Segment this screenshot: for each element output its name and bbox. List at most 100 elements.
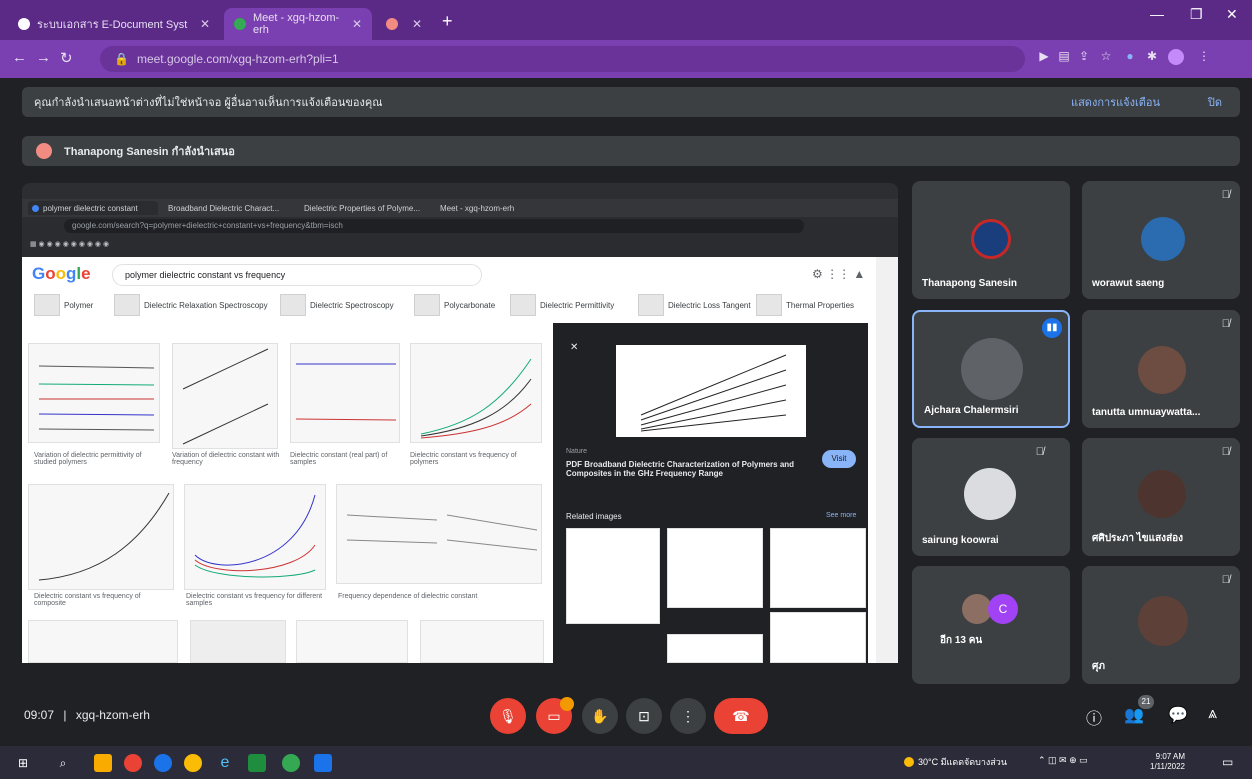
tray-icons[interactable]: ⌃ ◫ ✉ ⊕ ▭ — [1038, 755, 1088, 766]
chip: Dielectric Spectroscopy — [280, 293, 394, 317]
clock-time: 9:07 AM — [1155, 752, 1185, 761]
shared-tab-label: Meet - xgq-hzom-erh — [440, 203, 515, 213]
related-image — [667, 528, 763, 608]
participant-tile[interactable]: 🎙̸ ศศิประภา ไขแสงส่อง — [1082, 438, 1240, 556]
profile-avatar[interactable] — [1168, 49, 1184, 65]
image-caption: Frequency dependence of dielectric const… — [338, 593, 478, 600]
google-search-box: polymer dielectric constant vs frequency — [112, 264, 482, 286]
avatar — [1138, 470, 1186, 518]
image-caption: Dielectric constant vs frequency of comp… — [34, 593, 141, 607]
participant-tile[interactable]: Thanapong Sanesin — [912, 181, 1070, 299]
stop-presenting-icon[interactable] — [36, 143, 52, 159]
chip-label: Dielectric Permittivity — [540, 300, 615, 310]
puzzle-icon[interactable]: ✱ — [1144, 49, 1160, 65]
word-icon[interactable] — [314, 754, 332, 772]
participant-name: ศศิประภา ไขแสงส่อง — [1092, 533, 1184, 544]
participant-tile[interactable]: 🎙̸ sairung koowrai — [912, 438, 1070, 556]
maximize-button[interactable]: ❐ — [1190, 6, 1203, 23]
tab-edocument[interactable]: ระบบเอกสาร E-Document Syst ✕ — [8, 8, 220, 40]
more-options-button[interactable]: ⋮ — [670, 698, 706, 734]
weather-widget[interactable]: 30°C มีแดดจัดบางส่วน — [904, 755, 1007, 769]
close-icon[interactable]: ✕ — [200, 17, 210, 31]
participant-tile[interactable]: 🎙̸ worawut saeng — [1082, 181, 1240, 299]
leave-call-button[interactable]: ☎ — [714, 698, 768, 734]
line-icon[interactable] — [282, 754, 300, 772]
image-caption: Dielectric constant (real part) of sampl… — [290, 452, 388, 466]
dismiss-link[interactable]: ปิด — [1208, 93, 1222, 111]
minimize-button[interactable]: — — [1150, 6, 1164, 22]
chat-icon[interactable]: 💬 — [1168, 705, 1188, 725]
ie-icon[interactable]: e — [216, 754, 234, 772]
mic-toggle-button[interactable]: 🎙 — [490, 698, 526, 734]
meet-favicon-icon — [234, 18, 246, 30]
meeting-code: xgq-hzom-erh — [75, 708, 150, 722]
image-result — [184, 484, 326, 590]
scrollbar — [876, 257, 898, 663]
source-name: Nature — [566, 448, 588, 455]
participant-tile[interactable]: 🎙̸ ศุภ — [1082, 566, 1240, 684]
mic-off-icon: 🎙̸ — [1221, 318, 1230, 330]
chip-label: Polycarbonate — [444, 300, 496, 310]
extension-icon[interactable]: ● — [1122, 49, 1138, 65]
video-ext-icon[interactable]: ▶ — [1036, 49, 1052, 65]
camera-off-icon: ▭ — [547, 707, 561, 724]
tab-audio[interactable]: ✕ — [376, 8, 432, 40]
close-window-button[interactable]: ✕ — [1226, 6, 1238, 23]
close-icon[interactable]: ✕ — [352, 17, 362, 31]
back-icon[interactable]: ← — [12, 49, 27, 66]
activities-icon[interactable]: ⩓ — [1208, 705, 1217, 723]
mic-off-icon: 🎙̸ — [1221, 446, 1230, 458]
close-icon[interactable]: ✕ — [412, 17, 422, 31]
firefox-icon[interactable] — [124, 754, 142, 772]
bookmark: ▦ ◉ ◉ ◉ ◉ ◉ ◉ ◉ ◉ ◉ — [30, 241, 110, 248]
share-icon[interactable]: ⇪ — [1076, 49, 1092, 65]
star-icon[interactable]: ☆ — [1098, 49, 1114, 65]
chrome-icon[interactable] — [184, 754, 202, 772]
show-notifications-link[interactable]: แสดงการแจ้งเตือน — [1071, 93, 1160, 111]
participant-tile-active-speaker[interactable]: ▮▮ Ajchara Chalermsiri — [912, 310, 1070, 428]
shared-tab: Broadband Dielectric Charact... — [164, 201, 292, 215]
speaking-indicator-icon: ▮▮ — [1042, 318, 1062, 338]
new-tab-button[interactable]: + — [442, 11, 453, 32]
chip: Dielectric Permittivity — [510, 293, 614, 317]
clock[interactable]: 9:07 AM 1/11/2022 — [1150, 752, 1185, 772]
forward-icon[interactable]: → — [36, 49, 51, 66]
file-explorer-icon[interactable] — [94, 754, 112, 772]
chip: Dielectric Relaxation Spectroscopy — [114, 293, 268, 317]
settings-icon: ⚙ ⋮⋮ ▲ — [812, 267, 866, 281]
mic-off-icon: 🎙̸ — [1035, 446, 1044, 458]
present-button[interactable]: ⊡ — [626, 698, 662, 734]
others-tile[interactable]: C อีก 13 คน — [912, 566, 1070, 684]
windows-start-icon[interactable]: ⊞ — [14, 754, 32, 772]
bookmark-manager-icon[interactable]: ▤ — [1056, 49, 1072, 65]
excel-icon[interactable] — [248, 754, 266, 772]
meeting-details-icon[interactable]: ⓘ — [1086, 705, 1102, 729]
reload-icon[interactable]: ↻ — [60, 49, 73, 67]
meeting-time: 09:07 — [24, 708, 55, 722]
edge-icon[interactable] — [154, 754, 172, 772]
chip-label: Dielectric Spectroscopy — [310, 300, 394, 310]
search-icon[interactable]: ⌕ — [54, 754, 72, 772]
shared-tab-label: Broadband Dielectric Charact... — [168, 203, 280, 213]
visit-button: Visit — [822, 450, 856, 468]
preview-plot — [640, 354, 787, 432]
participant-tile[interactable]: 🎙̸ tanutta umnuaywatta... — [1082, 310, 1240, 428]
tab-label: Meet - xgq-hzom-erh — [253, 12, 340, 36]
menu-icon[interactable]: ⋮ — [1196, 49, 1212, 65]
preview-title: PDF Broadband Dielectric Characterizatio… — [566, 460, 795, 478]
chip-label: Polymer — [64, 300, 94, 310]
raise-hand-button[interactable]: ✋ — [582, 698, 618, 734]
plot-thumbnail — [38, 492, 170, 581]
notification-icon[interactable]: ▭ — [1222, 755, 1233, 769]
related-image — [566, 528, 660, 624]
participant-name: ศุภ — [1092, 661, 1105, 672]
shared-url: google.com/search?q=polymer+dielectric+c… — [64, 219, 804, 233]
url-text: meet.google.com/xgq-hzom-erh?pli=1 — [136, 52, 339, 66]
presenting-window-notice: คุณกำลังนำเสนอหน้าต่างที่ไม่ใช่หน้าจอ ผู… — [22, 87, 1240, 117]
separator: | — [63, 708, 67, 722]
url-field[interactable]: 🔒 meet.google.com/xgq-hzom-erh?pli=1 — [100, 46, 1025, 72]
avatar — [961, 338, 1023, 400]
image-result — [28, 343, 160, 443]
tab-meet[interactable]: Meet - xgq-hzom-erh ✕ — [224, 8, 372, 40]
plot-thumbnail — [420, 358, 532, 439]
